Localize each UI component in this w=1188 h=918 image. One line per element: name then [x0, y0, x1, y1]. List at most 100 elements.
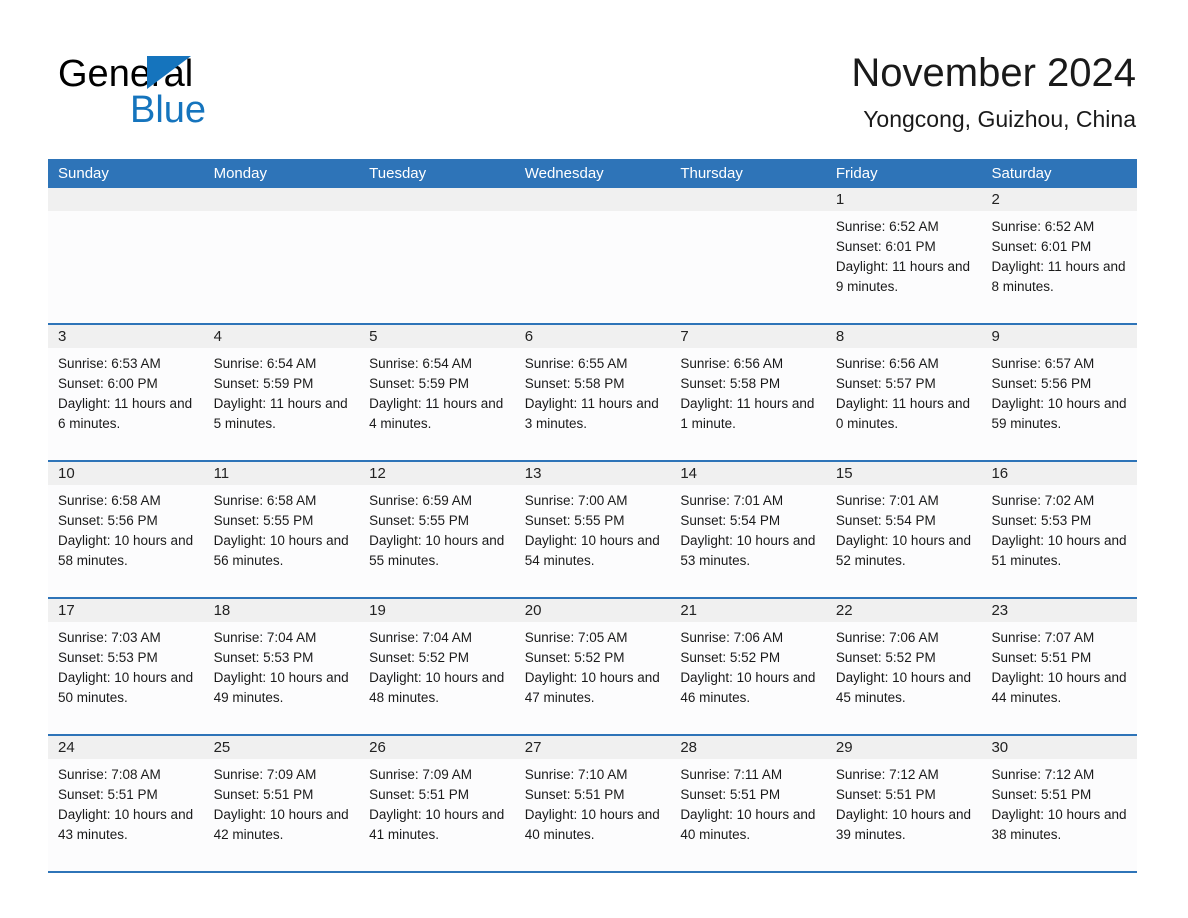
daylight-text: Daylight: 10 hours and 39 minutes.	[835, 807, 971, 842]
daylight-text: Daylight: 10 hours and 42 minutes.	[213, 807, 349, 842]
day-cell[interactable]: Sunrise: 7:07 AM Sunset: 5:51 PM Dayligh…	[981, 622, 1137, 734]
day-number[interactable]	[359, 188, 515, 211]
day-number[interactable]: 3	[48, 325, 204, 348]
sunrise-text: Sunrise: 7:06 AM	[835, 630, 939, 645]
sunrise-text: Sunrise: 7:06 AM	[680, 630, 784, 645]
day-number[interactable]	[204, 188, 360, 211]
sunset-text: Sunset: 5:51 PM	[680, 787, 781, 802]
sunset-text: Sunset: 5:51 PM	[213, 787, 314, 802]
day-cell[interactable]: Sunrise: 7:09 AM Sunset: 5:51 PM Dayligh…	[204, 759, 360, 871]
day-cell[interactable]	[515, 211, 671, 323]
day-cell[interactable]: Sunrise: 6:58 AM Sunset: 5:55 PM Dayligh…	[204, 485, 360, 597]
day-cell[interactable]: Sunrise: 7:02 AM Sunset: 5:53 PM Dayligh…	[981, 485, 1137, 597]
sunset-text: Sunset: 6:00 PM	[58, 376, 158, 391]
week-divider	[48, 871, 1137, 873]
day-number[interactable]	[670, 188, 826, 211]
day-number[interactable]: 21	[670, 599, 826, 622]
day-number[interactable]: 19	[359, 599, 515, 622]
day-number[interactable]: 27	[515, 736, 671, 759]
day-number[interactable]: 17	[48, 599, 204, 622]
day-cell[interactable]: Sunrise: 7:04 AM Sunset: 5:52 PM Dayligh…	[359, 622, 515, 734]
day-cell[interactable]: Sunrise: 7:08 AM Sunset: 5:51 PM Dayligh…	[48, 759, 204, 871]
day-number[interactable]: 11	[204, 462, 360, 485]
day-cell[interactable]: Sunrise: 7:05 AM Sunset: 5:52 PM Dayligh…	[515, 622, 671, 734]
day-number[interactable]: 22	[826, 599, 982, 622]
sunrise-text: Sunrise: 7:11 AM	[680, 767, 783, 782]
day-cell[interactable]	[48, 211, 204, 323]
day-cell[interactable]: Sunrise: 6:55 AM Sunset: 5:58 PM Dayligh…	[515, 348, 671, 460]
day-number[interactable]: 18	[204, 599, 360, 622]
page-title: November 2024	[851, 51, 1136, 95]
day-number[interactable]: 23	[981, 599, 1137, 622]
day-number[interactable]: 29	[826, 736, 982, 759]
day-number[interactable]	[515, 188, 671, 211]
day-cell[interactable]: Sunrise: 6:58 AM Sunset: 5:56 PM Dayligh…	[48, 485, 204, 597]
weekday-thursday: Thursday	[680, 165, 743, 182]
day-cell[interactable]: Sunrise: 7:10 AM Sunset: 5:51 PM Dayligh…	[515, 759, 671, 871]
day-cell[interactable]: Sunrise: 6:53 AM Sunset: 6:00 PM Dayligh…	[48, 348, 204, 460]
day-cell[interactable]: Sunrise: 7:01 AM Sunset: 5:54 PM Dayligh…	[826, 485, 982, 597]
sunrise-text: Sunrise: 7:05 AM	[524, 630, 628, 645]
day-number[interactable]: 10	[48, 462, 204, 485]
weekday-friday: Friday	[835, 165, 878, 182]
day-cell[interactable]: Sunrise: 7:06 AM Sunset: 5:52 PM Dayligh…	[826, 622, 982, 734]
sunset-text: Sunset: 5:59 PM	[369, 376, 469, 391]
day-cell[interactable]: Sunrise: 7:03 AM Sunset: 5:53 PM Dayligh…	[48, 622, 204, 734]
day-cell[interactable]: Sunrise: 6:54 AM Sunset: 5:59 PM Dayligh…	[204, 348, 360, 460]
sunrise-text: Sunrise: 7:01 AM	[680, 493, 784, 508]
sunset-text: Sunset: 5:52 PM	[369, 650, 469, 665]
day-number[interactable]: 5	[359, 325, 515, 348]
daylight-text: Daylight: 10 hours and 59 minutes.	[991, 396, 1127, 431]
day-number[interactable]: 28	[670, 736, 826, 759]
day-cell[interactable]: Sunrise: 6:56 AM Sunset: 5:57 PM Dayligh…	[826, 348, 982, 460]
day-cell[interactable]: Sunrise: 6:59 AM Sunset: 5:55 PM Dayligh…	[359, 485, 515, 597]
sunrise-text: Sunrise: 6:55 AM	[524, 356, 628, 371]
day-cell[interactable]	[359, 211, 515, 323]
day-cell[interactable]	[670, 211, 826, 323]
day-number[interactable]: 13	[515, 462, 671, 485]
weekday-saturday: Saturday	[991, 165, 1052, 182]
day-cell[interactable]: Sunrise: 7:00 AM Sunset: 5:55 PM Dayligh…	[515, 485, 671, 597]
day-cell[interactable]: Sunrise: 7:12 AM Sunset: 5:51 PM Dayligh…	[826, 759, 982, 871]
sunrise-text: Sunrise: 7:12 AM	[991, 767, 1095, 782]
day-number[interactable]: 8	[826, 325, 982, 348]
day-cell[interactable]	[204, 211, 360, 323]
day-number[interactable]: 15	[826, 462, 982, 485]
day-cell[interactable]: Sunrise: 7:01 AM Sunset: 5:54 PM Dayligh…	[670, 485, 826, 597]
day-number[interactable]: 1	[826, 188, 982, 211]
sunset-text: Sunset: 6:01 PM	[991, 239, 1092, 254]
day-cell[interactable]: Sunrise: 7:04 AM Sunset: 5:53 PM Dayligh…	[204, 622, 360, 734]
day-cell[interactable]: Sunrise: 7:09 AM Sunset: 5:51 PM Dayligh…	[359, 759, 515, 871]
day-cell[interactable]: Sunrise: 7:12 AM Sunset: 5:51 PM Dayligh…	[981, 759, 1137, 871]
daylight-text: Daylight: 11 hours and 5 minutes.	[213, 396, 348, 431]
logo-text-blue: Blue	[130, 89, 207, 131]
week-daynumber-band: 24 25 26 27 28 29 30	[48, 736, 1137, 759]
day-number[interactable]: 26	[359, 736, 515, 759]
day-cell[interactable]: Sunrise: 6:57 AM Sunset: 5:56 PM Dayligh…	[981, 348, 1137, 460]
day-number[interactable]: 7	[670, 325, 826, 348]
day-number[interactable]: 20	[515, 599, 671, 622]
day-number[interactable]: 25	[204, 736, 360, 759]
weekday-header-row: Sunday Monday Tuesday Wednesday Thursday…	[48, 159, 1137, 188]
day-cell[interactable]: Sunrise: 6:56 AM Sunset: 5:58 PM Dayligh…	[670, 348, 826, 460]
week-daynumber-band: 10 11 12 13 14 15 16	[48, 462, 1137, 485]
day-number[interactable]: 4	[204, 325, 360, 348]
day-cell[interactable]: Sunrise: 6:54 AM Sunset: 5:59 PM Dayligh…	[359, 348, 515, 460]
day-cell[interactable]: Sunrise: 6:52 AM Sunset: 6:01 PM Dayligh…	[826, 211, 982, 323]
day-cell[interactable]: Sunrise: 7:06 AM Sunset: 5:52 PM Dayligh…	[670, 622, 826, 734]
day-number[interactable]: 30	[981, 736, 1137, 759]
day-number[interactable]: 16	[981, 462, 1137, 485]
day-number[interactable]: 24	[48, 736, 204, 759]
day-number[interactable]: 12	[359, 462, 515, 485]
day-number[interactable]: 9	[981, 325, 1137, 348]
day-number[interactable]: 14	[670, 462, 826, 485]
day-number[interactable]	[48, 188, 204, 211]
week-daynumber-band: 3 4 5 6 7 8 9	[48, 325, 1137, 348]
day-number[interactable]: 6	[515, 325, 671, 348]
sunset-text: Sunset: 5:53 PM	[213, 650, 314, 665]
sunset-text: Sunset: 5:54 PM	[680, 513, 781, 528]
day-number[interactable]: 2	[981, 188, 1137, 211]
day-cell[interactable]: Sunrise: 6:52 AM Sunset: 6:01 PM Dayligh…	[981, 211, 1137, 323]
sunset-text: Sunset: 5:58 PM	[524, 376, 625, 391]
day-cell[interactable]: Sunrise: 7:11 AM Sunset: 5:51 PM Dayligh…	[670, 759, 826, 871]
